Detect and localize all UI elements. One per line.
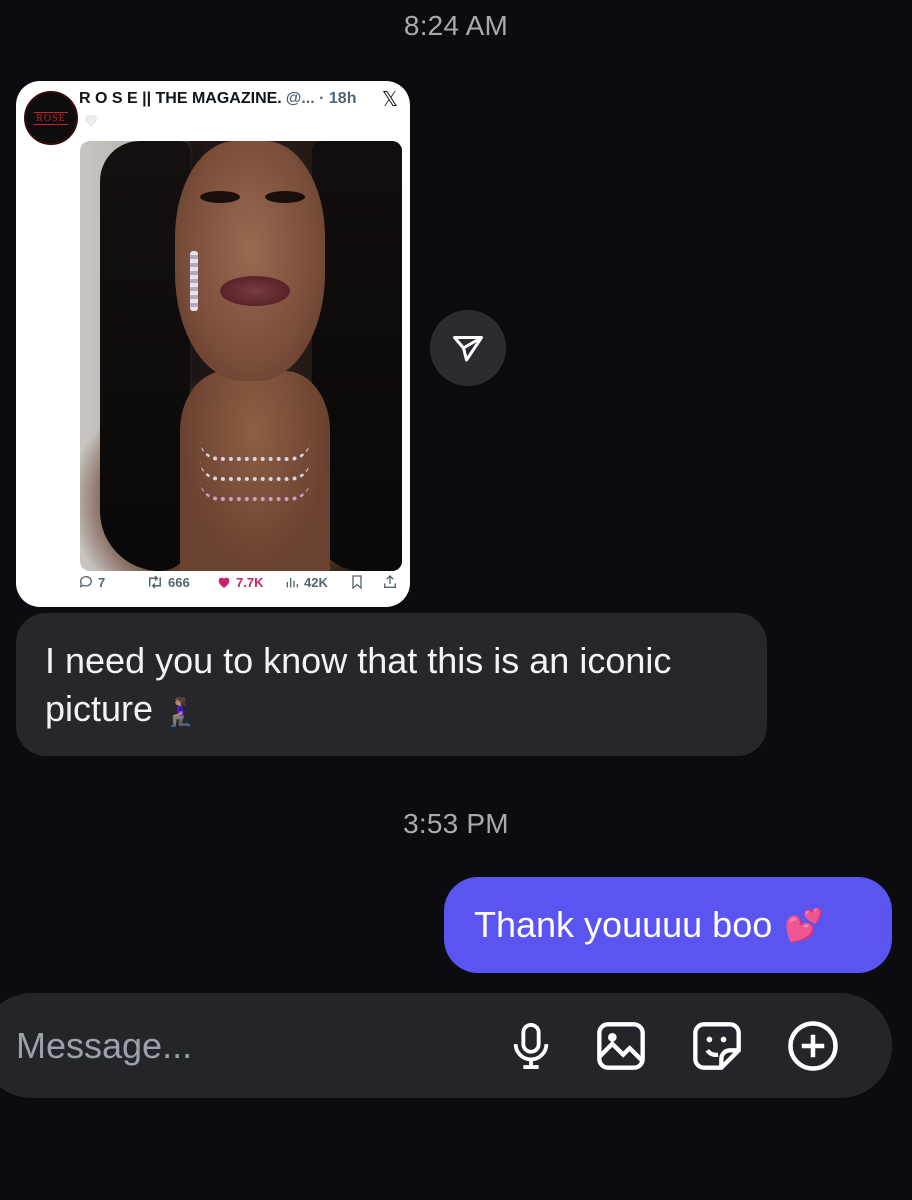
- received-message-text: I need you to know that this is an iconi…: [45, 640, 672, 729]
- account-name: R O S E || THE MAGAZINE.: [79, 90, 282, 107]
- timestamp: 3:53 PM: [403, 808, 509, 839]
- sticker-button[interactable]: [690, 1019, 744, 1073]
- post-photo[interactable]: [80, 141, 402, 571]
- reply-icon: [79, 576, 92, 588]
- repost-count: 666: [168, 574, 190, 590]
- avatar-logo-text: ROSE: [34, 111, 68, 125]
- photo-earring: [190, 251, 198, 311]
- share-action[interactable]: [382, 574, 398, 590]
- views-chart-icon: [286, 578, 298, 588]
- heart-outline-icon: [85, 115, 97, 127]
- bookmark-icon: [352, 575, 362, 590]
- x-logo-icon: 𝕏: [381, 87, 398, 111]
- plus-circle-icon: [788, 1021, 838, 1071]
- reply-action[interactable]: 7: [78, 574, 105, 590]
- repost-action[interactable]: 666: [146, 574, 190, 590]
- send-arrow-icon: [453, 336, 483, 362]
- photo-eye: [265, 191, 305, 203]
- received-message-bubble[interactable]: I need you to know that this is an iconi…: [16, 613, 767, 756]
- views-count: 42K: [304, 574, 328, 590]
- photo-eye: [200, 191, 240, 203]
- post-action-bar: 7 666 7.7K 42K: [78, 574, 408, 598]
- post-handle-time: @... · 18h: [285, 90, 357, 107]
- upload-share-icon: [384, 575, 396, 588]
- shared-post-card[interactable]: ROSE R O S E || THE MAGAZINE. @... · 18h…: [16, 81, 410, 607]
- reply-count: 7: [98, 574, 106, 590]
- like-count: 7.7K: [236, 574, 264, 590]
- photo-lips: [220, 276, 290, 306]
- message-composer: [0, 993, 892, 1098]
- views-action[interactable]: 42K: [284, 574, 328, 590]
- sticker-icon: [693, 1022, 741, 1070]
- photo-necklace: [200, 441, 310, 461]
- sent-message-bubble[interactable]: Thank youuuu boo 💕: [444, 877, 892, 973]
- bookmark-action[interactable]: [350, 574, 364, 590]
- microphone-icon: [513, 1023, 549, 1069]
- timestamp: 8:24 AM: [403, 10, 509, 41]
- microphone-button[interactable]: [504, 1019, 558, 1073]
- heart-filled-icon: [218, 577, 230, 588]
- sent-message-text: Thank youuuu boo: [474, 904, 773, 945]
- dm-thread: 8:24 AM ROSE R O S E || THE MAGAZINE. @.…: [0, 0, 912, 1200]
- account-avatar[interactable]: ROSE: [24, 91, 78, 145]
- post-header: R O S E || THE MAGAZINE. @... · 18h: [79, 90, 356, 108]
- add-button[interactable]: [786, 1019, 840, 1073]
- repost-icon: [149, 575, 161, 589]
- gallery-button[interactable]: [594, 1019, 648, 1073]
- gallery-icon: [597, 1022, 645, 1070]
- like-action[interactable]: 7.7K: [216, 574, 263, 590]
- photo-hair: [100, 141, 190, 571]
- photo-necklace: [200, 461, 310, 481]
- message-input[interactable]: [16, 993, 456, 1098]
- two-hearts-emoji: 💕: [784, 907, 825, 943]
- forward-post-button[interactable]: [430, 310, 506, 386]
- photo-necklace: [200, 481, 310, 501]
- kneeling-person-emoji: 🧎🏽‍♀️: [163, 696, 198, 727]
